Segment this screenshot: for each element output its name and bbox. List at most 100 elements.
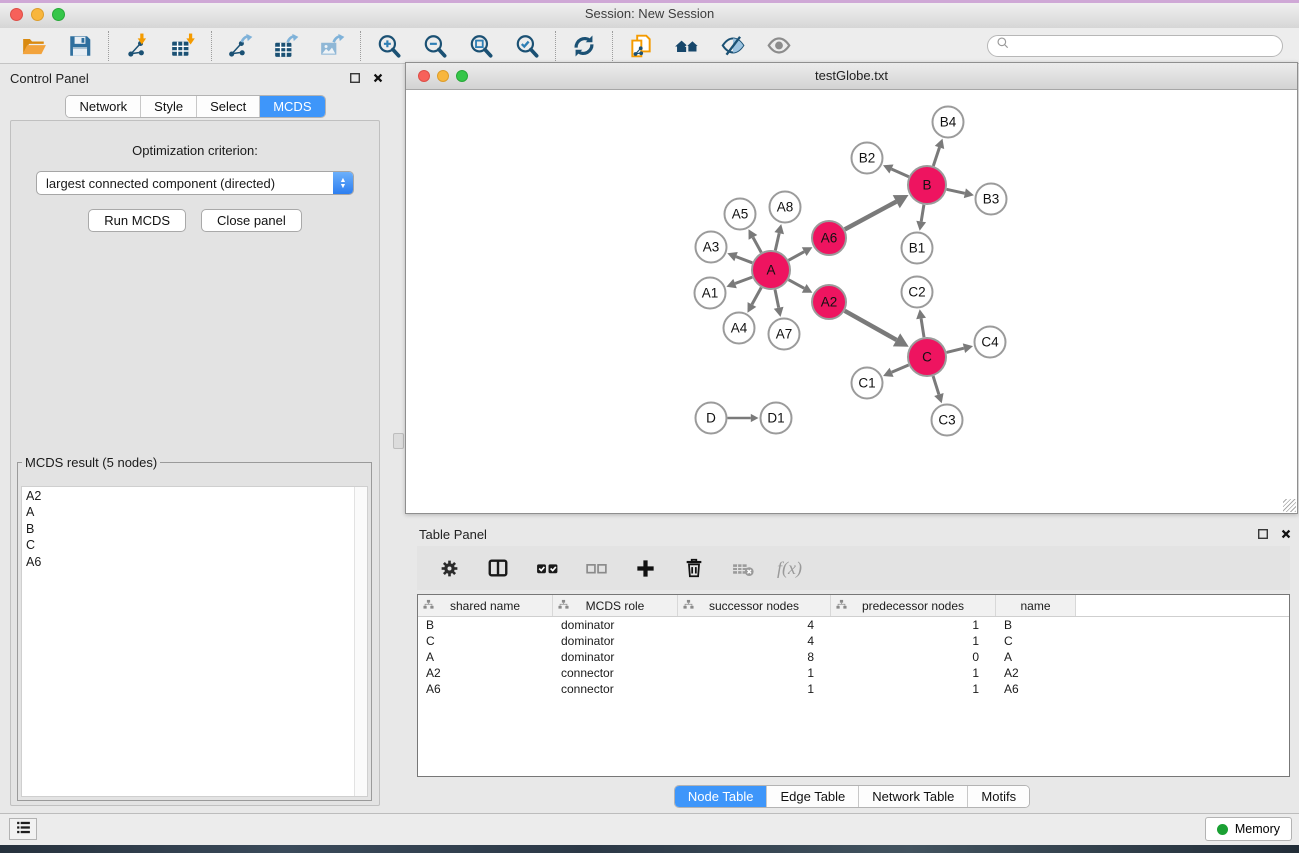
graph-node-A8[interactable]: A8 <box>770 192 801 223</box>
table-row[interactable]: Adominator80A <box>418 649 1289 665</box>
network-zoom-button[interactable] <box>456 70 468 82</box>
graph-edge-B-B2[interactable] <box>883 165 909 177</box>
close-panel-button[interactable]: Close panel <box>201 209 302 232</box>
graph-edge-A-A4[interactable] <box>748 288 762 313</box>
graph-node-A2[interactable]: A2 <box>812 285 846 319</box>
new-network-from-selection-icon[interactable] <box>626 31 656 61</box>
table-cell[interactable]: 1 <box>678 666 831 680</box>
network-close-button[interactable] <box>418 70 430 82</box>
table-cell[interactable]: 4 <box>678 634 831 648</box>
table-cell[interactable]: dominator <box>553 650 678 664</box>
mcds-result-scrollbar[interactable] <box>354 487 367 796</box>
apply-layout-icon[interactable] <box>569 31 599 61</box>
graph-node-C4[interactable]: C4 <box>975 327 1006 358</box>
search-box[interactable] <box>987 35 1283 57</box>
mcds-result-item[interactable]: A2 <box>22 487 367 504</box>
column-header-name[interactable]: name <box>996 595 1076 616</box>
mcds-result-item[interactable]: A <box>22 504 367 521</box>
tab-node-table[interactable]: Node Table <box>675 786 767 807</box>
network-minimize-button[interactable] <box>437 70 449 82</box>
export-network-icon[interactable] <box>225 31 255 61</box>
table-row[interactable]: A2connector11A2 <box>418 665 1289 681</box>
table-cell[interactable]: 1 <box>831 682 996 696</box>
graph-node-C3[interactable]: C3 <box>932 405 963 436</box>
table-cell[interactable]: 1 <box>678 682 831 696</box>
zoom-window-button[interactable] <box>52 8 65 21</box>
table-cell[interactable]: A6 <box>996 682 1076 696</box>
graph-node-A3[interactable]: A3 <box>696 232 727 263</box>
tab-network[interactable]: Network <box>66 96 140 117</box>
graph-edge-A-A8[interactable] <box>774 224 784 250</box>
task-history-button[interactable] <box>9 818 37 840</box>
import-network-icon[interactable] <box>122 31 152 61</box>
import-table-icon[interactable] <box>168 31 198 61</box>
graph-node-B2[interactable]: B2 <box>852 143 883 174</box>
graph-edge-C-C2[interactable] <box>916 309 926 337</box>
graph-edge-C-C3[interactable] <box>933 376 944 403</box>
zoom-out-icon[interactable] <box>420 31 450 61</box>
column-header-predecessor-nodes[interactable]: predecessor nodes <box>831 595 996 616</box>
delete-table-icon[interactable] <box>728 553 758 583</box>
network-window-titlebar[interactable]: testGlobe.txt <box>406 63 1297 90</box>
table-cell[interactable]: connector <box>553 682 678 696</box>
tab-edge-table[interactable]: Edge Table <box>766 786 858 807</box>
graph-edge-D-D1[interactable] <box>728 414 759 422</box>
table-cell[interactable]: A6 <box>418 682 553 696</box>
first-neighbors-icon[interactable] <box>672 31 702 61</box>
mcds-result-item[interactable]: A6 <box>22 553 367 570</box>
table-cell[interactable]: 8 <box>678 650 831 664</box>
export-image-icon[interactable] <box>317 31 347 61</box>
tab-select[interactable]: Select <box>196 96 259 117</box>
run-mcds-button[interactable]: Run MCDS <box>88 209 186 232</box>
zoom-fit-icon[interactable] <box>466 31 496 61</box>
graph-node-A7[interactable]: A7 <box>769 319 800 350</box>
table-cell[interactable]: 1 <box>831 618 996 632</box>
graph-node-A6[interactable]: A6 <box>812 221 846 255</box>
graph-edge-C-C4[interactable] <box>947 343 974 353</box>
save-session-icon[interactable] <box>65 31 95 61</box>
network-canvas[interactable]: B4B2BB3A5A8A6A3B1AA1C2A2A4A7C4CC1C3DD1 <box>406 90 1297 513</box>
graph-edge-C-C1[interactable] <box>883 365 909 377</box>
show-all-icon[interactable] <box>764 31 794 61</box>
table-cell[interactable]: dominator <box>553 634 678 648</box>
resize-grip[interactable] <box>1283 499 1296 512</box>
graph-edge-B-B4[interactable] <box>933 139 944 166</box>
table-cell[interactable]: 1 <box>831 634 996 648</box>
graph-edge-B-B1[interactable] <box>916 205 926 231</box>
tab-mcds[interactable]: MCDS <box>259 96 324 117</box>
mcds-result-item[interactable]: B <box>22 520 367 537</box>
table-row[interactable]: A6connector11A6 <box>418 681 1289 697</box>
apply-function-icon[interactable]: f(x) <box>777 558 802 579</box>
graph-node-C[interactable]: C <box>908 338 946 376</box>
zoom-selected-icon[interactable] <box>512 31 542 61</box>
split-panel-icon[interactable] <box>483 553 513 583</box>
memory-button[interactable]: Memory <box>1205 817 1292 841</box>
close-window-button[interactable] <box>10 8 23 21</box>
add-column-icon[interactable] <box>630 553 660 583</box>
graph-edge-A-A6[interactable] <box>789 247 813 260</box>
table-cell[interactable]: A <box>996 650 1076 664</box>
graph-edge-A6-B[interactable] <box>845 195 909 229</box>
table-row[interactable]: Cdominator41C <box>418 633 1289 649</box>
table-row[interactable]: Bdominator41B <box>418 617 1289 633</box>
hide-selected-icon[interactable] <box>718 31 748 61</box>
column-header-shared-name[interactable]: shared name <box>418 595 553 616</box>
search-input[interactable] <box>1015 38 1274 54</box>
graph-edge-B-B3[interactable] <box>947 188 974 198</box>
graph-edge-A-A3[interactable] <box>727 252 752 263</box>
tab-network-table[interactable]: Network Table <box>858 786 967 807</box>
graph-edge-A-A7[interactable] <box>774 290 784 317</box>
mcds-result-list[interactable]: A2ABCA6 <box>21 486 368 797</box>
export-table-icon[interactable] <box>271 31 301 61</box>
panel-splitter[interactable] <box>391 64 405 814</box>
graph-node-A1[interactable]: A1 <box>695 278 726 309</box>
table-cell[interactable]: A <box>418 650 553 664</box>
open-file-icon[interactable] <box>19 31 49 61</box>
table-cell[interactable]: B <box>996 618 1076 632</box>
column-header-successor-nodes[interactable]: successor nodes <box>678 595 831 616</box>
table-cell[interactable]: C <box>996 634 1076 648</box>
graph-node-D[interactable]: D <box>696 403 727 434</box>
graph-edge-A-A5[interactable] <box>749 229 762 252</box>
settings-icon[interactable] <box>434 553 464 583</box>
graph-node-D1[interactable]: D1 <box>761 403 792 434</box>
